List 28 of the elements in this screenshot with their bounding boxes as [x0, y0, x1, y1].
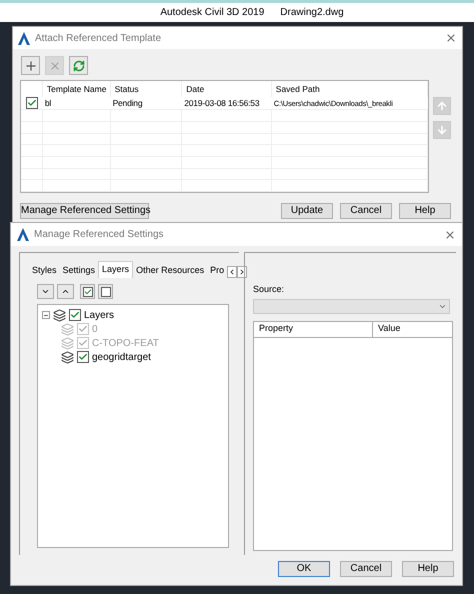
table-cell: 2019-03-08 16:56:53 [184, 97, 260, 110]
column-header[interactable]: Property [254, 322, 373, 336]
dialog-button[interactable]: Cancel [340, 561, 392, 577]
source-label: Source: [253, 283, 286, 296]
tab[interactable]: Other Resources [133, 263, 208, 278]
column-header[interactable]: Saved Path [272, 81, 428, 98]
tab[interactable]: Layers [98, 261, 134, 278]
dialog-button[interactable]: Manage Referenced Settings [20, 203, 149, 219]
tab[interactable]: Styles [29, 263, 60, 278]
dialog-button[interactable]: Cancel [340, 203, 392, 219]
tree-item[interactable]: geogridtarget [92, 350, 151, 364]
tree-item[interactable]: Layers [84, 308, 114, 322]
table-cell: bl [44, 97, 52, 110]
table-cell: Pending [112, 97, 142, 110]
dialog-title: Attach Referenced Template [35, 32, 162, 46]
tab[interactable]: Pro [207, 263, 228, 278]
dialog-button[interactable]: OK [278, 561, 330, 577]
dialog-button[interactable]: Help [402, 561, 454, 577]
column-header[interactable]: Value [373, 322, 452, 336]
column-header[interactable]: Template Name [42, 81, 111, 98]
dialog-button[interactable]: Help [399, 203, 451, 219]
app-title: Autodesk Civil 3D 2019 [160, 6, 264, 20]
dialog-button[interactable]: Update [281, 203, 333, 219]
document-title: Drawing2.dwg [280, 6, 344, 20]
column-header[interactable]: Status [110, 81, 182, 98]
column-header[interactable]: Date [182, 81, 272, 98]
dialog-title: Manage Referenced Settings [34, 228, 164, 242]
tab[interactable]: Settings [60, 263, 98, 278]
